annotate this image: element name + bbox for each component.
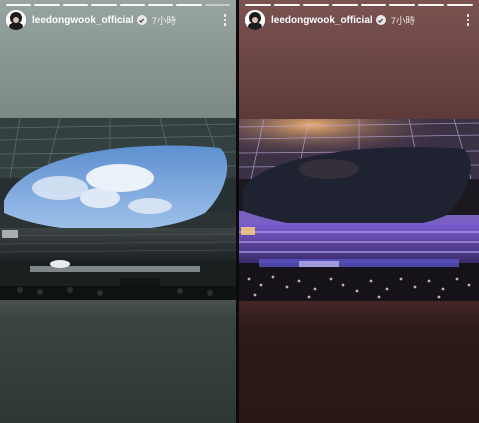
progress-segment xyxy=(331,4,358,6)
avatar[interactable] xyxy=(6,10,26,30)
progress-segment xyxy=(447,4,473,6)
story-header: leedongwook_official 7小時 xyxy=(245,9,473,31)
progress-segment xyxy=(176,4,202,6)
progress-segment xyxy=(245,4,271,6)
story-panel-right[interactable]: leedongwook_official 7小時 xyxy=(239,0,479,423)
progress-segment xyxy=(418,4,445,6)
more-vertical-icon[interactable] xyxy=(220,12,230,28)
progress-segment xyxy=(360,4,387,6)
progress-segment xyxy=(62,4,89,6)
story-panel-left[interactable]: leedongwook_official 7小時 xyxy=(0,0,236,423)
progress-segment xyxy=(6,4,32,6)
avatar[interactable] xyxy=(245,10,265,30)
story-photo-stadium-day xyxy=(0,118,236,300)
story-progress-bar xyxy=(245,4,473,6)
username-link[interactable]: leedongwook_official xyxy=(32,15,134,26)
verified-badge-icon xyxy=(375,15,386,25)
profile-avatar-icon xyxy=(245,10,265,30)
more-vertical-icon[interactable] xyxy=(463,12,473,28)
profile-avatar-icon xyxy=(6,10,26,30)
verified-badge-icon xyxy=(136,15,147,25)
progress-segment xyxy=(273,4,300,6)
story-progress-bar xyxy=(6,4,230,6)
progress-segment xyxy=(34,4,60,6)
progress-segment xyxy=(119,4,145,6)
username-link[interactable]: leedongwook_official xyxy=(271,15,373,26)
progress-segment xyxy=(147,4,174,6)
progress-segment xyxy=(302,4,329,6)
post-time: 7小時 xyxy=(151,16,176,27)
post-time: 7小時 xyxy=(390,16,415,27)
progress-segment xyxy=(91,4,117,6)
story-viewer: leedongwook_official 7小時 leedongwook_off… xyxy=(0,0,479,423)
progress-segment xyxy=(389,4,416,6)
story-photo-stadium-night xyxy=(239,119,479,301)
progress-segment xyxy=(204,4,230,6)
story-header: leedongwook_official 7小時 xyxy=(6,9,230,31)
